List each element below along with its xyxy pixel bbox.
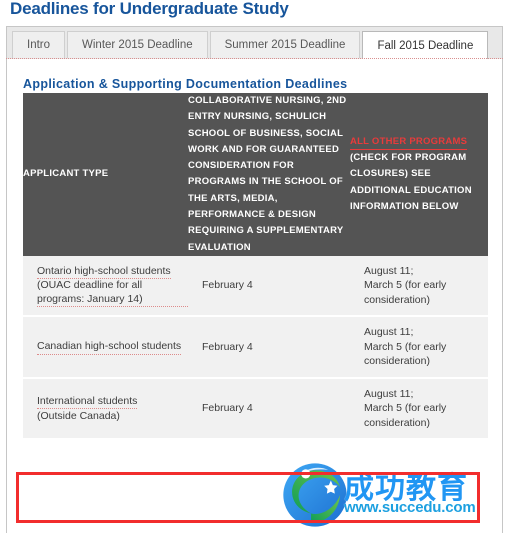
column-header-collaborative-programs: COLLABORATIVE NURSING, 2ND ENTRY NURSING… <box>188 93 350 256</box>
applicant-type-note: (Outside Canada) <box>37 410 120 423</box>
all-other-programs-link[interactable]: ALL OTHER PROGRAMS <box>350 135 468 150</box>
applicant-type-note: (OUAC deadline for all programs: January… <box>37 279 188 308</box>
column-header-label: COLLABORATIVE NURSING, 2ND ENTRY NURSING… <box>188 95 347 253</box>
column-header-note: (CHECK FOR PROGRAM CLOSURES) SEE ADDITIO… <box>350 152 472 212</box>
table-row: Canadian high-school students February 4… <box>23 315 488 378</box>
tab-list: Intro Winter 2015 Deadline Summer 2015 D… <box>12 31 490 60</box>
cell-collaborative-deadline: February 4 <box>188 315 350 378</box>
cell-applicant-type: International students (Outside Canada) <box>23 376 188 439</box>
applicant-type-name: Ontario high-school students <box>37 265 171 280</box>
table-header-row: APPLICANT TYPE COLLABORATIVE NURSING, 2N… <box>23 93 488 256</box>
tab-label: Intro <box>27 39 51 51</box>
table-body: Ontario high-school students (OUAC deadl… <box>23 255 488 439</box>
applicant-type-name: Canadian high-school students <box>37 340 182 355</box>
tab-winter-2015-deadline[interactable]: Winter 2015 Deadline <box>67 31 208 58</box>
column-header-all-other-programs: ALL OTHER PROGRAMS (CHECK FOR PROGRAM CL… <box>350 93 488 256</box>
tab-strip: Intro Winter 2015 Deadline Summer 2015 D… <box>6 26 503 60</box>
table-row-highlighted: International students (Outside Canada) … <box>23 376 488 439</box>
cell-applicant-type: Ontario high-school students (OUAC deadl… <box>23 255 188 317</box>
tab-label: Winter 2015 Deadline <box>82 39 193 51</box>
column-header-applicant-type: APPLICANT TYPE <box>23 93 188 256</box>
cell-collaborative-deadline: February 4 <box>188 255 350 317</box>
tab-label: Fall 2015 Deadline <box>377 40 474 52</box>
cell-collaborative-deadline: February 4 <box>188 376 350 439</box>
column-header-label: APPLICANT TYPE <box>23 168 109 180</box>
tab-fall-2015-deadline[interactable]: Fall 2015 Deadline <box>362 31 489 60</box>
applicant-type-name: International students <box>37 395 138 410</box>
page-title: Deadlines for Undergraduate Study <box>10 0 289 18</box>
tab-summer-2015-deadline[interactable]: Summer 2015 Deadline <box>209 31 361 58</box>
section-heading: Application & Supporting Documentation D… <box>23 77 348 91</box>
tab-intro[interactable]: Intro <box>12 31 66 58</box>
table-row: Ontario high-school students (OUAC deadl… <box>23 255 488 317</box>
cell-all-other-deadline: August 11; March 5 (for early considerat… <box>350 315 488 378</box>
content-panel: Application & Supporting Documentation D… <box>6 59 503 533</box>
tab-label: Summer 2015 Deadline <box>224 39 346 51</box>
cell-all-other-deadline: August 11; March 5 (for early considerat… <box>350 376 488 439</box>
deadlines-table: APPLICANT TYPE COLLABORATIVE NURSING, 2N… <box>23 93 488 439</box>
cell-applicant-type: Canadian high-school students <box>23 315 188 378</box>
cell-all-other-deadline: August 11; March 5 (for early considerat… <box>350 255 488 317</box>
table-header: APPLICANT TYPE COLLABORATIVE NURSING, 2N… <box>23 93 488 256</box>
